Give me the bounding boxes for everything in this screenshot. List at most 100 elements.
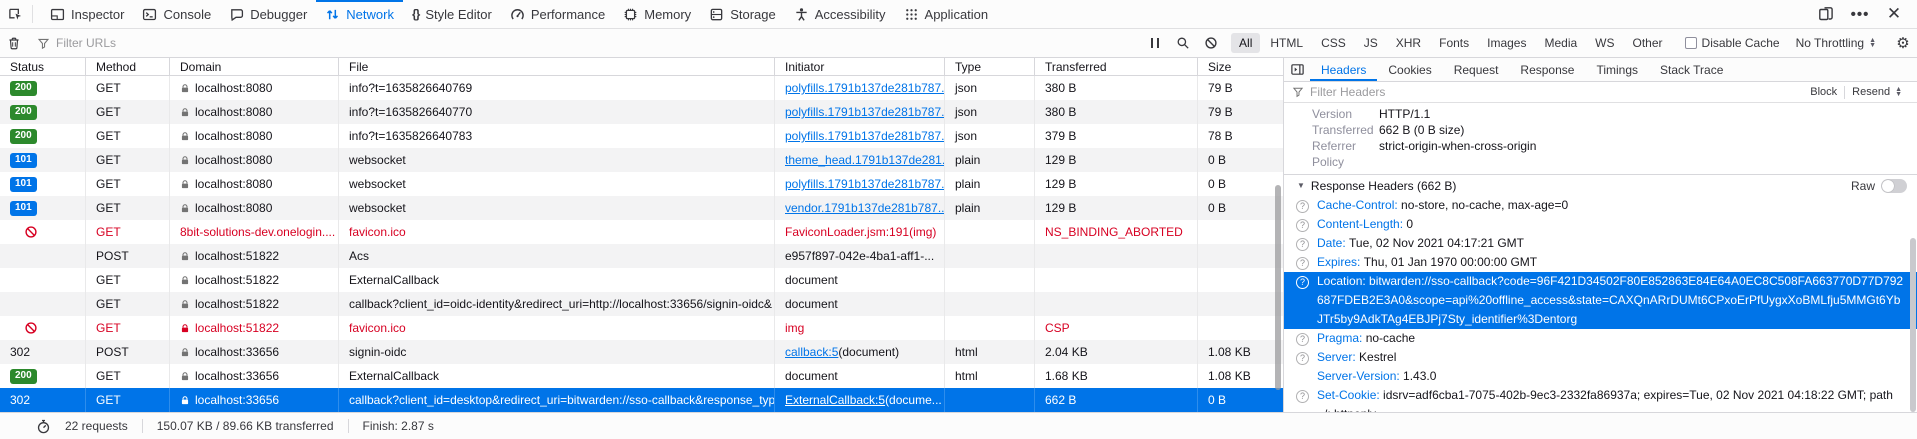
type-filter-ws[interactable]: WS [1587, 33, 1622, 53]
initiator-link[interactable]: callback:5 [785, 345, 838, 359]
filter-headers-input[interactable] [1310, 85, 1803, 99]
resend-button[interactable]: Resend ▲▼ [1845, 86, 1909, 98]
request-row[interactable]: GETlocalhost:51822ExternalCallbackdocume… [0, 268, 1283, 292]
initiator-link[interactable]: polyfills.1791b137de281b787... [785, 177, 945, 191]
disable-cache-checkbox[interactable]: Disable Cache [1677, 36, 1788, 50]
header-entry[interactable]: ?Set-Cookie: idsrv=adf6cba1-7075-402b-9e… [1284, 386, 1917, 412]
request-row[interactable]: GETlocalhost:51822callback?client_id=oid… [0, 292, 1283, 316]
raw-toggle[interactable] [1881, 179, 1907, 193]
file-cell: callback?client_id=desktop&redirect_uri=… [339, 388, 775, 412]
devtools-tab-accessibility[interactable]: Accessibility [785, 0, 895, 28]
header-entry[interactable]: ?Expires: Thu, 01 Jan 1970 00:00:00 GMT [1284, 253, 1917, 272]
devtools-tab-inspector[interactable]: Inspector [41, 0, 133, 28]
request-list-scrollbar[interactable] [1275, 185, 1281, 390]
details-tab-request[interactable]: Request [1443, 58, 1510, 81]
header-entry[interactable]: ?Cache-Control: no-store, no-cache, max-… [1284, 196, 1917, 215]
block-request-button[interactable] [1197, 36, 1225, 50]
request-row[interactable]: 302POSTlocalhost:33656signin-oidccallbac… [0, 340, 1283, 364]
header-entry[interactable]: Server-Version: 1.43.0 [1284, 367, 1917, 386]
devtools-tab-debugger[interactable]: Debugger [220, 0, 316, 28]
column-header-domain[interactable]: Domain [170, 58, 339, 75]
request-row[interactable]: 200GETlocalhost:8080info?t=1635826640770… [0, 100, 1283, 124]
header-entry[interactable]: ?Content-Length: 0 [1284, 215, 1917, 234]
devtools-tab-memory[interactable]: Memory [614, 0, 700, 28]
network-settings-gear-icon[interactable]: ⚙ [1889, 34, 1917, 52]
lock-icon [180, 323, 190, 334]
initiator-link[interactable]: FaviconLoader.jsm:191 [785, 225, 909, 239]
devtools-menu-button[interactable]: ••• [1845, 6, 1875, 23]
column-header-file[interactable]: File [339, 58, 775, 75]
response-headers-section-header[interactable]: ▼ Response Headers (662 B) Raw [1284, 174, 1917, 196]
type-filter-media[interactable]: Media [1536, 33, 1585, 53]
devtools-tab-performance[interactable]: Performance [501, 0, 614, 28]
header-help-icon[interactable]: ? [1296, 276, 1309, 289]
filter-urls-input[interactable] [56, 36, 456, 50]
header-entry[interactable]: ?Date: Tue, 02 Nov 2021 04:17:21 GMT [1284, 234, 1917, 253]
details-tab-headers[interactable]: Headers [1310, 58, 1377, 81]
column-header-size[interactable]: Size [1198, 58, 1283, 75]
header-help-icon[interactable]: ? [1296, 390, 1309, 403]
throttling-select[interactable]: No Throttling ▲▼ [1788, 36, 1884, 50]
request-row[interactable]: 101GETlocalhost:8080websockettheme_head.… [0, 148, 1283, 172]
type-filter-other[interactable]: Other [1625, 33, 1671, 53]
devtools-tab-storage[interactable]: Storage [700, 0, 785, 28]
header-help-icon[interactable]: ? [1296, 200, 1309, 213]
details-tab-timings[interactable]: Timings [1585, 58, 1649, 81]
details-tab-cookies[interactable]: Cookies [1377, 58, 1442, 81]
type-filter-all[interactable]: All [1231, 33, 1260, 53]
stopwatch-icon[interactable] [36, 419, 51, 434]
request-row[interactable]: 302GETlocalhost:33656callback?client_id=… [0, 388, 1283, 412]
request-row[interactable]: 101GETlocalhost:8080websocketvendor.1791… [0, 196, 1283, 220]
devtools-tab-network[interactable]: Network [316, 0, 403, 28]
devtools-tab-application[interactable]: Application [895, 0, 998, 28]
initiator-link[interactable]: vendor.1791b137de281b787... [785, 201, 945, 215]
header-help-icon[interactable]: ? [1296, 257, 1309, 270]
type-filter-xhr[interactable]: XHR [1388, 33, 1429, 53]
initiator-link[interactable]: polyfills.1791b137de281b787... [785, 81, 945, 95]
header-entry[interactable]: ?Pragma: no-cache [1284, 329, 1917, 348]
responsive-design-mode-button[interactable] [1811, 6, 1841, 22]
header-entry[interactable]: ?Server: Kestrel [1284, 348, 1917, 367]
column-header-initiator[interactable]: Initiator [775, 58, 945, 75]
initiator-link[interactable]: ExternalCallback:5 [785, 393, 885, 407]
file-cell: favicon.ico [339, 220, 775, 244]
column-header-transferred[interactable]: Transferred [1035, 58, 1198, 75]
request-row[interactable]: GETlocalhost:51822favicon.icoimgCSP [0, 316, 1283, 340]
initiator-link[interactable]: polyfills.1791b137de281b787... [785, 129, 945, 143]
details-tab-response[interactable]: Response [1509, 58, 1585, 81]
search-requests-button[interactable] [1169, 36, 1197, 50]
initiator-cell: polyfills.1791b137de281b787... [775, 100, 945, 124]
type-filter-js[interactable]: JS [1356, 33, 1386, 53]
request-row[interactable]: 200GETlocalhost:33656ExternalCallbackdoc… [0, 364, 1283, 388]
panel-toggle-button[interactable] [1284, 58, 1310, 81]
header-help-icon[interactable]: ? [1296, 352, 1309, 365]
header-help-icon[interactable]: ? [1296, 219, 1309, 232]
devtools-tab-console[interactable]: Console [133, 0, 220, 28]
devtools-tab-style-editor[interactable]: {}Style Editor [403, 0, 501, 28]
pick-element-button[interactable] [0, 0, 30, 28]
column-header-method[interactable]: Method [86, 58, 170, 75]
close-devtools-button[interactable]: ✕ [1879, 4, 1909, 24]
type-filter-html[interactable]: HTML [1262, 33, 1311, 53]
column-header-status[interactable]: Status [0, 58, 86, 75]
type-filter-images[interactable]: Images [1479, 33, 1534, 53]
type-filter-css[interactable]: CSS [1313, 33, 1354, 53]
initiator-link[interactable]: theme_head.1791b137de281... [785, 153, 945, 167]
request-row[interactable]: GET8bit-solutions-dev.onelogin....favico… [0, 220, 1283, 244]
summary-value: strict-origin-when-cross-origin [1379, 138, 1536, 170]
clear-requests-button[interactable] [0, 36, 28, 51]
header-help-icon[interactable]: ? [1296, 238, 1309, 251]
details-tab-stack-trace[interactable]: Stack Trace [1649, 58, 1734, 81]
details-scrollbar[interactable] [1910, 238, 1916, 412]
block-url-button[interactable]: Block [1803, 86, 1844, 98]
request-row[interactable]: 200GETlocalhost:8080info?t=1635826640783… [0, 124, 1283, 148]
column-header-type[interactable]: Type [945, 58, 1035, 75]
header-help-icon[interactable]: ? [1296, 333, 1309, 346]
initiator-link[interactable]: polyfills.1791b137de281b787... [785, 105, 945, 119]
pause-traffic-button[interactable] [1141, 38, 1169, 48]
type-filter-fonts[interactable]: Fonts [1431, 33, 1477, 53]
request-row[interactable]: 200GETlocalhost:8080info?t=1635826640769… [0, 76, 1283, 100]
header-entry[interactable]: ?Location: bitwarden://sso-callback?code… [1284, 272, 1917, 329]
request-row[interactable]: 101GETlocalhost:8080websocketpolyfills.1… [0, 172, 1283, 196]
request-row[interactable]: POSTlocalhost:51822Acse957f897-042e-4ba1… [0, 244, 1283, 268]
